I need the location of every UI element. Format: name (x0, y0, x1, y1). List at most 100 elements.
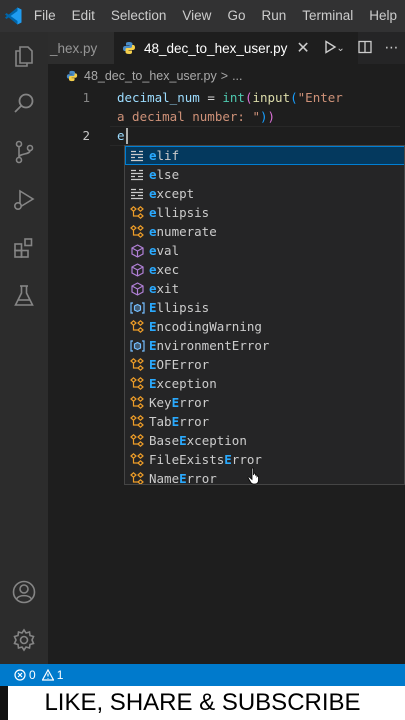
status-bar: 0 1 (0, 664, 405, 686)
suggestion-item[interactable]: TabError (125, 412, 404, 431)
breadcrumb-separator: > (220, 69, 229, 83)
account-icon[interactable] (0, 568, 48, 616)
current-line-highlight (110, 126, 400, 146)
suggestion-rest: llipsis (156, 300, 210, 315)
suggestion-match: e (149, 186, 157, 201)
vscode-logo-icon (0, 0, 26, 32)
warning-count: 1 (56, 668, 64, 682)
search-icon[interactable] (0, 80, 48, 128)
suggestion-rest: xec (156, 262, 180, 277)
keyword-icon (125, 184, 149, 203)
suggestion-item[interactable]: else (125, 165, 404, 184)
subscribe-banner: LIKE, SHARE & SUBSCRIBE (0, 686, 405, 720)
class-icon (125, 393, 149, 412)
suggestion-match: e (149, 262, 157, 277)
suggestion-match: E (171, 395, 180, 410)
line-number: 1 (82, 90, 90, 105)
class-icon (125, 412, 149, 431)
suggestion-rest: OFError (156, 357, 210, 372)
menu-view[interactable]: View (174, 0, 219, 32)
tab-hex-py[interactable]: _hex.py (48, 32, 114, 64)
text-cursor (126, 128, 128, 144)
code-token-function: input (252, 90, 291, 105)
suggestion-item[interactable]: eval (125, 241, 404, 260)
menu-go[interactable]: Go (219, 0, 253, 32)
explorer-icon[interactable] (0, 32, 48, 80)
code-line: e (117, 128, 125, 143)
suggestion-match: E (149, 338, 157, 353)
close-icon[interactable]: ✕ (296, 38, 309, 58)
code-token-string: "Enter (297, 90, 343, 105)
breadcrumb-file[interactable]: 48_dec_to_hex_user.py (84, 69, 217, 83)
warning-icon (41, 669, 54, 681)
split-editor-icon[interactable] (357, 39, 372, 58)
suggestion-rest: xit (156, 281, 180, 296)
autocomplete-suggestions: elif else except ellipsis enumerate eval exec e… (124, 145, 405, 485)
suggestion-item[interactable]: except (125, 184, 404, 203)
source-control-icon[interactable] (0, 128, 48, 176)
menu-help[interactable]: Help (361, 0, 405, 32)
suggestion-label: EncodingWarning (149, 319, 262, 334)
suggestion-match: E (149, 319, 157, 334)
suggestion-label: except (149, 186, 194, 201)
suggestion-match: e (149, 205, 157, 220)
suggestion-item[interactable]: ellipsis (125, 203, 404, 222)
code-token-builtin: int (222, 90, 245, 105)
run-debug-icon[interactable] (0, 176, 48, 224)
suggestion-item[interactable]: elif (125, 146, 404, 165)
class-icon (125, 317, 149, 336)
suggestion-match: E (179, 433, 187, 448)
suggestion-item[interactable]: EncodingWarning (125, 317, 404, 336)
keyword-icon (125, 146, 149, 165)
code-line-wrap: a decimal number: ")) (117, 109, 275, 124)
suggestion-match: e (149, 167, 157, 182)
class-icon (125, 355, 149, 374)
chevron-down-icon[interactable]: ⌄ (336, 43, 344, 54)
run-file-icon[interactable] (323, 39, 337, 58)
suggestion-item[interactable]: exec (125, 260, 404, 279)
menu-terminal[interactable]: Terminal (294, 0, 361, 32)
class-icon (125, 374, 149, 393)
menu-file[interactable]: File (26, 0, 64, 32)
suggestion-item[interactable]: Exception (125, 374, 404, 393)
suggestion-prefix: Tab (149, 414, 172, 429)
code-line: decimal_num = int(input("Enter (117, 90, 343, 105)
suggestion-match: E (224, 452, 232, 467)
suggestion-prefix: FileExists (149, 452, 225, 467)
suggestion-item[interactable]: enumerate (125, 222, 404, 241)
suggestion-rest: rror (231, 452, 262, 467)
tab-bar: _hex.py 48_dec_to_hex_user.py ✕ ⌄ ⋯ (48, 32, 405, 64)
suggestion-item[interactable]: KeyError (125, 393, 404, 412)
code-token-variable: decimal_num (117, 90, 200, 105)
testing-icon[interactable] (0, 272, 48, 320)
suggestion-item[interactable]: EnvironmentError (125, 336, 404, 355)
class-icon (125, 431, 149, 450)
banner-edge (0, 686, 8, 720)
suggestion-item[interactable]: NameError (125, 469, 404, 484)
problems-indicator[interactable]: 0 1 (14, 668, 63, 682)
suggestion-label: exit (149, 281, 179, 296)
more-actions-icon[interactable]: ⋯ (385, 40, 399, 56)
menu-bar: File Edit Selection View Go Run Terminal Help (0, 0, 405, 32)
suggestion-item[interactable]: BaseException (125, 431, 404, 450)
suggestion-match: e (149, 224, 157, 239)
extensions-icon[interactable] (0, 224, 48, 272)
suggestion-label: exec (149, 262, 179, 277)
class-icon (125, 469, 149, 484)
suggestion-rest: xception (186, 433, 247, 448)
mouse-pointer-icon (247, 467, 261, 489)
settings-gear-icon[interactable] (0, 616, 48, 664)
function-icon (125, 241, 149, 260)
menu-run[interactable]: Run (253, 0, 294, 32)
suggestion-item[interactable]: exit (125, 279, 404, 298)
breadcrumb-ellipsis[interactable]: ... (232, 69, 242, 83)
suggestion-item[interactable]: FileExistsError (125, 450, 404, 469)
menu-edit[interactable]: Edit (64, 0, 103, 32)
suggestion-item[interactable]: Ellipsis (125, 298, 404, 317)
keyword-icon (125, 165, 149, 184)
suggestion-rest: xception (156, 376, 217, 391)
suggestion-label: enumerate (149, 224, 217, 239)
class-icon (125, 450, 149, 469)
menu-selection[interactable]: Selection (103, 0, 175, 32)
suggestion-item[interactable]: EOFError (125, 355, 404, 374)
